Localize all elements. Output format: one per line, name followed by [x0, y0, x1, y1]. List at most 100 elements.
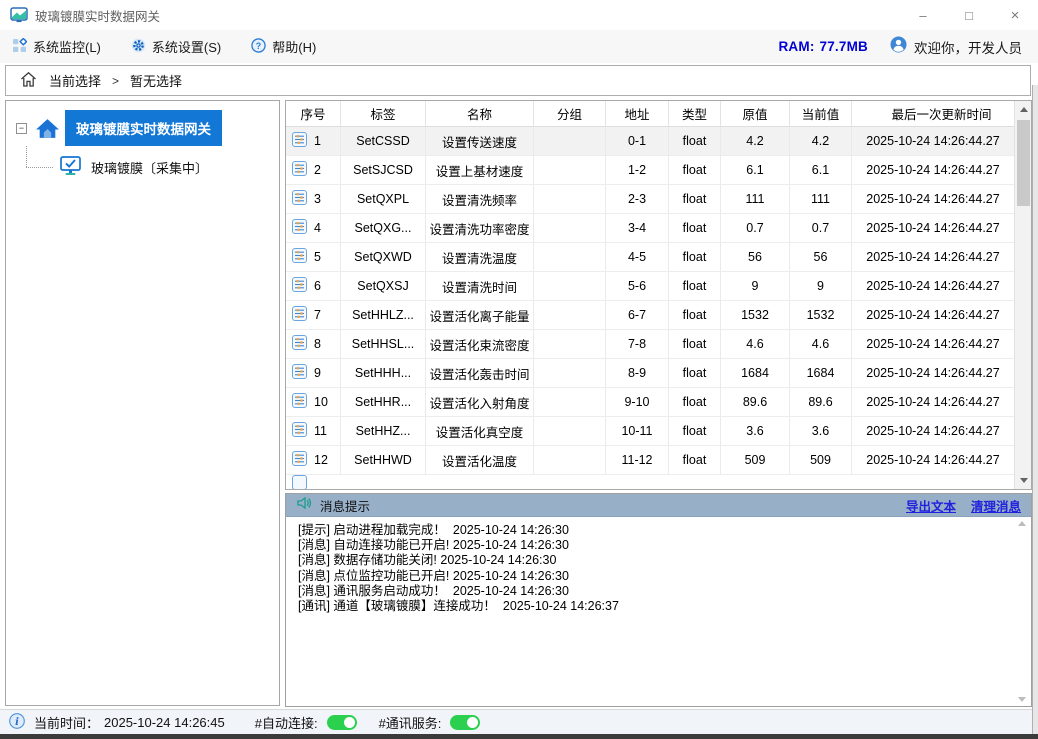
- cell-orig: 3.6: [721, 417, 790, 445]
- cell-type: float: [669, 185, 721, 213]
- tree-node-root[interactable]: − 玻璃镀膜实时数据网关: [16, 110, 222, 146]
- cell-no: 2: [314, 163, 321, 177]
- close-button[interactable]: ×: [992, 0, 1038, 30]
- cell-orig: 0.7: [721, 214, 790, 242]
- column-header-addr[interactable]: 地址: [606, 101, 669, 126]
- column-header-type[interactable]: 类型: [669, 101, 721, 126]
- ram-label: RAM:: [778, 39, 814, 54]
- cell-tag: SetHHSL...: [341, 330, 426, 358]
- breadcrumb: 当前选择 > 暂无选择: [5, 65, 1031, 96]
- cell-no: 1: [314, 134, 321, 148]
- column-header-curr[interactable]: 当前值: [790, 101, 852, 126]
- scroll-up-arrow[interactable]: [1015, 101, 1032, 118]
- cell-orig: 9: [721, 272, 790, 300]
- column-header-no[interactable]: 序号: [286, 101, 341, 126]
- table-row[interactable]: 6 SetQXSJ 设置清洗时间 5-6 float 9 9 2025-10-2…: [286, 272, 1014, 301]
- cell-type: float: [669, 243, 721, 271]
- tree-connector-horizontal: [26, 167, 53, 168]
- cell-type: float: [669, 417, 721, 445]
- cell-orig: 56: [721, 243, 790, 271]
- cell-tag: SetHHR...: [341, 388, 426, 416]
- message-line: [提示] 启动进程加载完成！ 2025-10-24 14:26:30: [298, 523, 1019, 538]
- table-row[interactable]: 12 SetHHWD 设置活化温度 11-12 float 509 509 20…: [286, 446, 1014, 475]
- clear-messages-link[interactable]: 清理消息: [971, 496, 1021, 515]
- cell-orig: 111: [721, 185, 790, 213]
- breadcrumb-separator: >: [112, 74, 119, 88]
- cell-group: [534, 301, 606, 329]
- point-sliders-icon: [292, 422, 307, 440]
- scroll-down-arrow[interactable]: [1015, 472, 1032, 489]
- message-scroll-up-arrow[interactable]: [1018, 521, 1026, 526]
- table-row-partial[interactable]: [286, 475, 1014, 487]
- table-row[interactable]: 4 SetQXG... 设置清洗功率密度 3-4 float 0.7 0.7 2…: [286, 214, 1014, 243]
- cell-group: [534, 359, 606, 387]
- menu-system-settings[interactable]: 系统设置(S): [131, 37, 221, 56]
- cell-type: float: [669, 359, 721, 387]
- cell-orig: 1532: [721, 301, 790, 329]
- table-row[interactable]: 3 SetQXPL 设置清洗频率 2-3 float 111 111 2025-…: [286, 185, 1014, 214]
- monitor-check-icon: [59, 154, 82, 180]
- minimize-button[interactable]: –: [900, 0, 946, 30]
- tree-connector-vertical: [26, 146, 27, 167]
- cell-updated: 2025-10-24 14:26:44.27: [852, 359, 1014, 387]
- cell-no: 10: [314, 395, 328, 409]
- auto-connect-toggle[interactable]: [327, 715, 357, 730]
- column-header-updated[interactable]: 最后一次更新时间: [852, 101, 1031, 126]
- export-text-link[interactable]: 导出文本: [906, 496, 956, 515]
- cell-type: float: [669, 272, 721, 300]
- message-scroll-down-arrow[interactable]: [1018, 697, 1026, 702]
- cell-orig: 89.6: [721, 388, 790, 416]
- tree-expander[interactable]: −: [16, 123, 27, 134]
- table-row[interactable]: 2 SetSJCSD 设置上基材速度 1-2 float 6.1 6.1 202…: [286, 156, 1014, 185]
- tree-root-label[interactable]: 玻璃镀膜实时数据网关: [65, 110, 222, 146]
- maximize-button[interactable]: □: [946, 0, 992, 30]
- table-row[interactable]: 1 SetCSSD 设置传送速度 0-1 float 4.2 4.2 2025-…: [286, 127, 1014, 156]
- cell-type: float: [669, 330, 721, 358]
- cell-addr: 11-12: [606, 446, 669, 474]
- column-header-tag[interactable]: 标签: [341, 101, 426, 126]
- cell-group: [534, 214, 606, 242]
- menu-help-label: 帮助(H): [272, 37, 316, 56]
- message-line: [通讯] 通道【玻璃镀膜】连接成功！ 2025-10-24 14:26:37: [298, 599, 1019, 614]
- breadcrumb-label: 当前选择: [49, 71, 101, 90]
- scroll-thumb[interactable]: [1017, 120, 1030, 206]
- table-row[interactable]: 8 SetHHSL... 设置活化束流密度 7-8 float 4.6 4.6 …: [286, 330, 1014, 359]
- points-table: 序号 标签 名称 分组 地址 类型 原值 当前值 最后一次更新时间: [285, 100, 1032, 490]
- cell-name: 设置活化离子能量: [426, 301, 534, 329]
- speaker-icon: [296, 495, 312, 516]
- cell-addr: 6-7: [606, 301, 669, 329]
- message-panel-header: 消息提示 导出文本 清理消息: [286, 494, 1031, 517]
- menu-system-monitor[interactable]: 系统监控(L): [12, 37, 101, 56]
- table-row[interactable]: 11 SetHHZ... 设置活化真空度 10-11 float 3.6 3.6…: [286, 417, 1014, 446]
- device-tree-panel: − 玻璃镀膜实时数据网关 玻璃镀膜〔采集中〕: [5, 100, 280, 706]
- cell-tag: SetQXSJ: [341, 272, 426, 300]
- table-row[interactable]: 7 SetHHLZ... 设置活化离子能量 6-7 float 1532 153…: [286, 301, 1014, 330]
- menu-system-monitor-label: 系统监控(L): [33, 37, 101, 56]
- cell-orig: 509: [721, 446, 790, 474]
- message-panel-title: 消息提示: [320, 496, 370, 515]
- info-icon: i: [9, 713, 25, 732]
- column-header-name[interactable]: 名称: [426, 101, 534, 126]
- cell-orig: 6.1: [721, 156, 790, 184]
- cell-addr: 7-8: [606, 330, 669, 358]
- menu-help[interactable]: ? 帮助(H): [251, 37, 316, 56]
- title-bar: 玻璃镀膜实时数据网关 – □ ×: [0, 0, 1038, 30]
- table-row[interactable]: 10 SetHHR... 设置活化入射角度 9-10 float 89.6 89…: [286, 388, 1014, 417]
- table-scrollbar[interactable]: [1014, 101, 1031, 489]
- column-header-orig[interactable]: 原值: [721, 101, 790, 126]
- cell-type: float: [669, 301, 721, 329]
- cell-tag: SetHHH...: [341, 359, 426, 387]
- background-window-sliver: [1032, 85, 1038, 734]
- cell-curr: 3.6: [790, 417, 852, 445]
- table-row[interactable]: 9 SetHHH... 设置活化轰击时间 8-9 float 1684 1684…: [286, 359, 1014, 388]
- table-rows: 1 SetCSSD 设置传送速度 0-1 float 4.2 4.2 2025-…: [286, 127, 1014, 489]
- column-header-group[interactable]: 分组: [534, 101, 606, 126]
- cell-tag: SetCSSD: [341, 127, 426, 155]
- home-outline-icon: [19, 70, 38, 92]
- table-row[interactable]: 5 SetQXWD 设置清洗温度 4-5 float 56 56 2025-10…: [286, 243, 1014, 272]
- cell-addr: 0-1: [606, 127, 669, 155]
- cell-type: float: [669, 446, 721, 474]
- tree-node-channel[interactable]: 玻璃镀膜〔采集中〕: [59, 154, 208, 180]
- comm-service-toggle[interactable]: [450, 715, 480, 730]
- cell-updated: 2025-10-24 14:26:44.27: [852, 417, 1014, 445]
